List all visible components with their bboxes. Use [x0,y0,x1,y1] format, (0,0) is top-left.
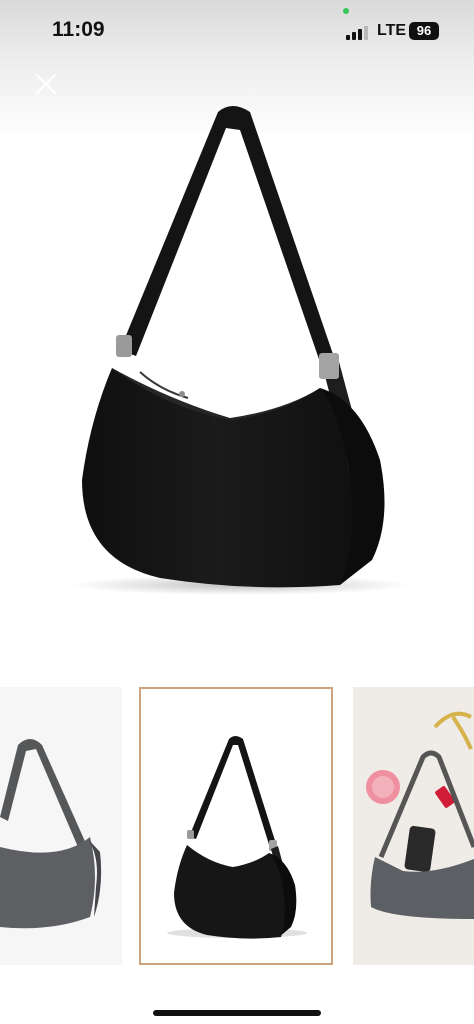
signal-icon [346,24,370,40]
bag-strap [120,106,335,368]
status-bar: 11:09 LTE 96 [0,0,474,60]
thumbnail-1-image [0,739,102,929]
thumbnail-1[interactable] [0,687,122,965]
thumbnail-2-selected[interactable] [139,687,333,965]
close-button[interactable] [30,68,62,100]
network-type: LTE [377,22,407,39]
right-buckle [319,353,339,379]
status-time: 11:09 [52,18,105,41]
battery-icon: 96 [409,22,439,40]
left-buckle [116,335,132,357]
bag-body [82,368,353,588]
thumbnail-3-image [366,711,474,919]
main-product-image[interactable] [60,100,420,600]
close-icon [35,73,57,95]
thumbnail-3[interactable] [353,687,474,965]
thumbnail-strip [0,685,474,967]
zipper-tab [179,391,185,397]
privacy-dot [343,8,349,14]
home-indicator[interactable] [153,1010,321,1016]
thumbnail-2-image [167,736,307,939]
